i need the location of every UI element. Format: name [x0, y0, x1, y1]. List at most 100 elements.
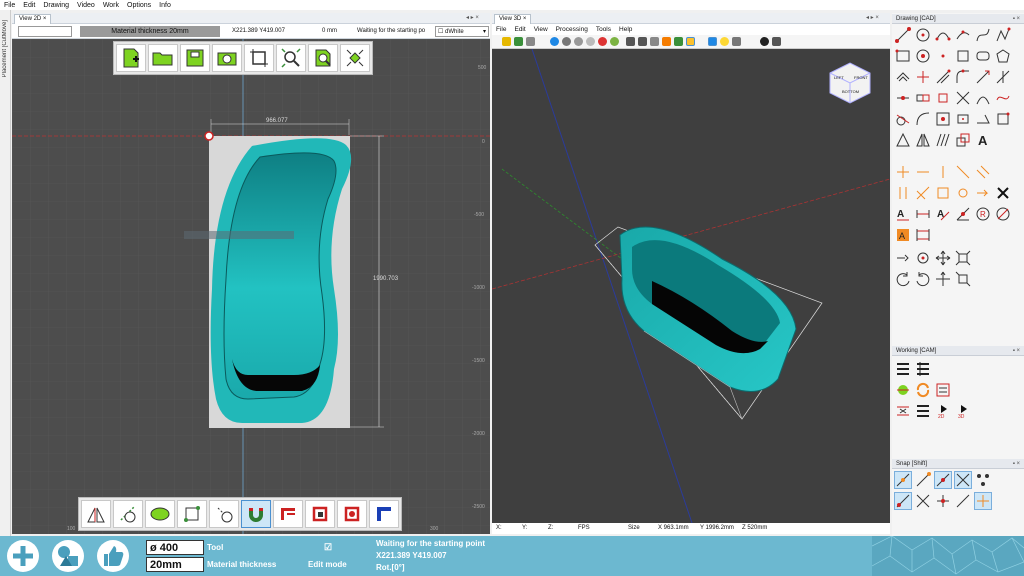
menu-video[interactable]: Video — [73, 2, 99, 9]
material-thickness-field[interactable]: 20mm — [146, 557, 204, 572]
rotate-ccw-icon[interactable] — [894, 270, 912, 288]
settings-icon[interactable] — [772, 37, 781, 46]
zoom-page-button[interactable] — [308, 44, 338, 72]
view-3d-tab[interactable]: View 3D × — [494, 14, 532, 24]
view-3d-tab-close[interactable]: × — [523, 16, 527, 22]
menu-drawing[interactable]: Drawing — [39, 2, 73, 9]
color-select[interactable]: ☐ dWhite ▾ — [435, 26, 489, 37]
circle-guide-icon[interactable] — [954, 184, 972, 202]
fit-view-button[interactable] — [340, 44, 370, 72]
add-button[interactable] — [7, 540, 39, 572]
diag2-tool-icon[interactable] — [974, 163, 992, 181]
crop-button[interactable] — [244, 44, 274, 72]
rounded-rect-tool-icon[interactable] — [974, 47, 992, 65]
v3d-menu-edit[interactable]: Edit — [510, 26, 529, 33]
menu-info[interactable]: Info — [155, 2, 175, 9]
polygon-tool-icon[interactable] — [994, 47, 1012, 65]
dim-diameter-icon[interactable] — [994, 205, 1012, 223]
hand-pan-button[interactable] — [209, 500, 239, 528]
delete-guides-icon[interactable] — [994, 184, 1012, 202]
intersect-tool-icon[interactable] — [954, 89, 972, 107]
hidden-line-icon[interactable] — [586, 37, 595, 46]
tool-frame-c-button[interactable] — [337, 500, 367, 528]
square-guide-icon[interactable] — [934, 184, 952, 202]
bulb-icon[interactable] — [720, 37, 729, 46]
select-hand-button[interactable] — [113, 500, 143, 528]
scale-tool-icon[interactable] — [954, 131, 972, 149]
v3d-menu-file[interactable]: File — [492, 26, 510, 33]
cube-face-front[interactable]: FRONT — [854, 75, 868, 80]
bezier-tool-icon[interactable] — [974, 89, 992, 107]
view-2d-canvas[interactable]: 966.077 1990.703 500 0 -500 -1000 -1500 … — [12, 39, 490, 534]
menu-file[interactable]: File — [0, 2, 19, 9]
menu-options[interactable]: Options — [123, 2, 155, 9]
dim-radius-icon[interactable]: R — [974, 205, 992, 223]
v3d-menu-view[interactable]: View — [530, 26, 552, 33]
hline-tool-icon[interactable] — [894, 163, 912, 181]
working-panel-controls[interactable]: ▪ × — [1013, 346, 1020, 356]
shade-icon[interactable] — [562, 37, 571, 46]
ellipse-button[interactable] — [145, 500, 175, 528]
snap-perpendicular-icon[interactable] — [914, 492, 932, 510]
rotate-move-icon[interactable] — [934, 270, 952, 288]
new-file-button[interactable] — [116, 44, 146, 72]
node-edit-tool-icon[interactable] — [934, 110, 952, 128]
v3d-menu-tools[interactable]: Tools — [592, 26, 615, 33]
scale-node-icon[interactable] — [954, 270, 972, 288]
rotate-cw-icon[interactable] — [914, 270, 932, 288]
offset-tool-icon[interactable] — [894, 68, 912, 86]
angle-tool-icon[interactable] — [914, 184, 932, 202]
record-icon[interactable] — [760, 37, 769, 46]
rect-tool-icon[interactable] — [894, 47, 912, 65]
pan-tool-icon[interactable] — [934, 249, 952, 267]
circle-tool-icon[interactable] — [914, 26, 932, 44]
dim-leader-icon[interactable]: A — [894, 226, 912, 244]
tree-icon[interactable] — [686, 37, 695, 46]
snap-tangent-icon[interactable] — [894, 492, 912, 510]
light-icon[interactable] — [662, 37, 671, 46]
cube-face-bottom[interactable]: BOTTOM — [842, 89, 859, 94]
export-icon[interactable] — [514, 37, 523, 46]
drawing-panel-controls[interactable]: ▪ × — [1013, 14, 1020, 24]
menu-work[interactable]: Work — [99, 2, 123, 9]
dot-tool-icon[interactable] — [934, 47, 952, 65]
menu-edit[interactable]: Edit — [19, 2, 39, 9]
screenshot-button[interactable] — [212, 44, 242, 72]
view-2d-tab-close[interactable]: × — [43, 16, 47, 22]
copy-tool-icon[interactable] — [914, 249, 932, 267]
split-tool-icon[interactable] — [894, 89, 912, 107]
parallel-tool-icon[interactable] — [894, 184, 912, 202]
rect-center-tool-icon[interactable] — [954, 110, 972, 128]
snap-midpoint-icon[interactable] — [914, 471, 932, 489]
fillet-tool-icon[interactable] — [954, 68, 972, 86]
cam-list-icon[interactable] — [894, 360, 912, 378]
magnet-snap-button[interactable] — [241, 500, 271, 528]
center-circle-tool-icon[interactable] — [914, 47, 932, 65]
cross-tool-icon[interactable] — [914, 68, 932, 86]
polyline-tool-icon[interactable] — [994, 26, 1012, 44]
tool-frame-b-button[interactable] — [305, 500, 335, 528]
extend-tool-icon[interactable] — [974, 68, 992, 86]
texture-icon[interactable] — [610, 37, 619, 46]
sphere-icon[interactable] — [550, 37, 559, 46]
edit-mode-checkbox[interactable]: ☑ — [324, 542, 332, 553]
v3d-menu-processing[interactable]: Processing — [552, 26, 592, 33]
stretch-tool-icon[interactable] — [954, 249, 972, 267]
explode-tool-icon[interactable] — [934, 89, 952, 107]
arrow-guide-icon[interactable] — [974, 184, 992, 202]
snap-quadrant-icon[interactable] — [934, 492, 952, 510]
spline-tool-icon[interactable] — [994, 89, 1012, 107]
zoom-in-icon[interactable] — [626, 37, 635, 46]
zoom-out-icon[interactable] — [638, 37, 647, 46]
view-cube[interactable]: LEFT FRONT BOTTOM — [826, 61, 874, 105]
chamfer-tool-icon[interactable] — [934, 68, 952, 86]
zoom-extents-button[interactable] — [276, 44, 306, 72]
cam-order-icon[interactable] — [934, 381, 952, 399]
curve-tool-icon[interactable] — [974, 26, 992, 44]
arc-tool-icon[interactable] — [934, 26, 952, 44]
cam-table-icon[interactable] — [914, 360, 932, 378]
tool-frame-a-button[interactable] — [273, 500, 303, 528]
grid-toggle-icon[interactable] — [708, 37, 717, 46]
snap-intersection-icon[interactable] — [954, 471, 972, 489]
open-file-button[interactable] — [148, 44, 178, 72]
